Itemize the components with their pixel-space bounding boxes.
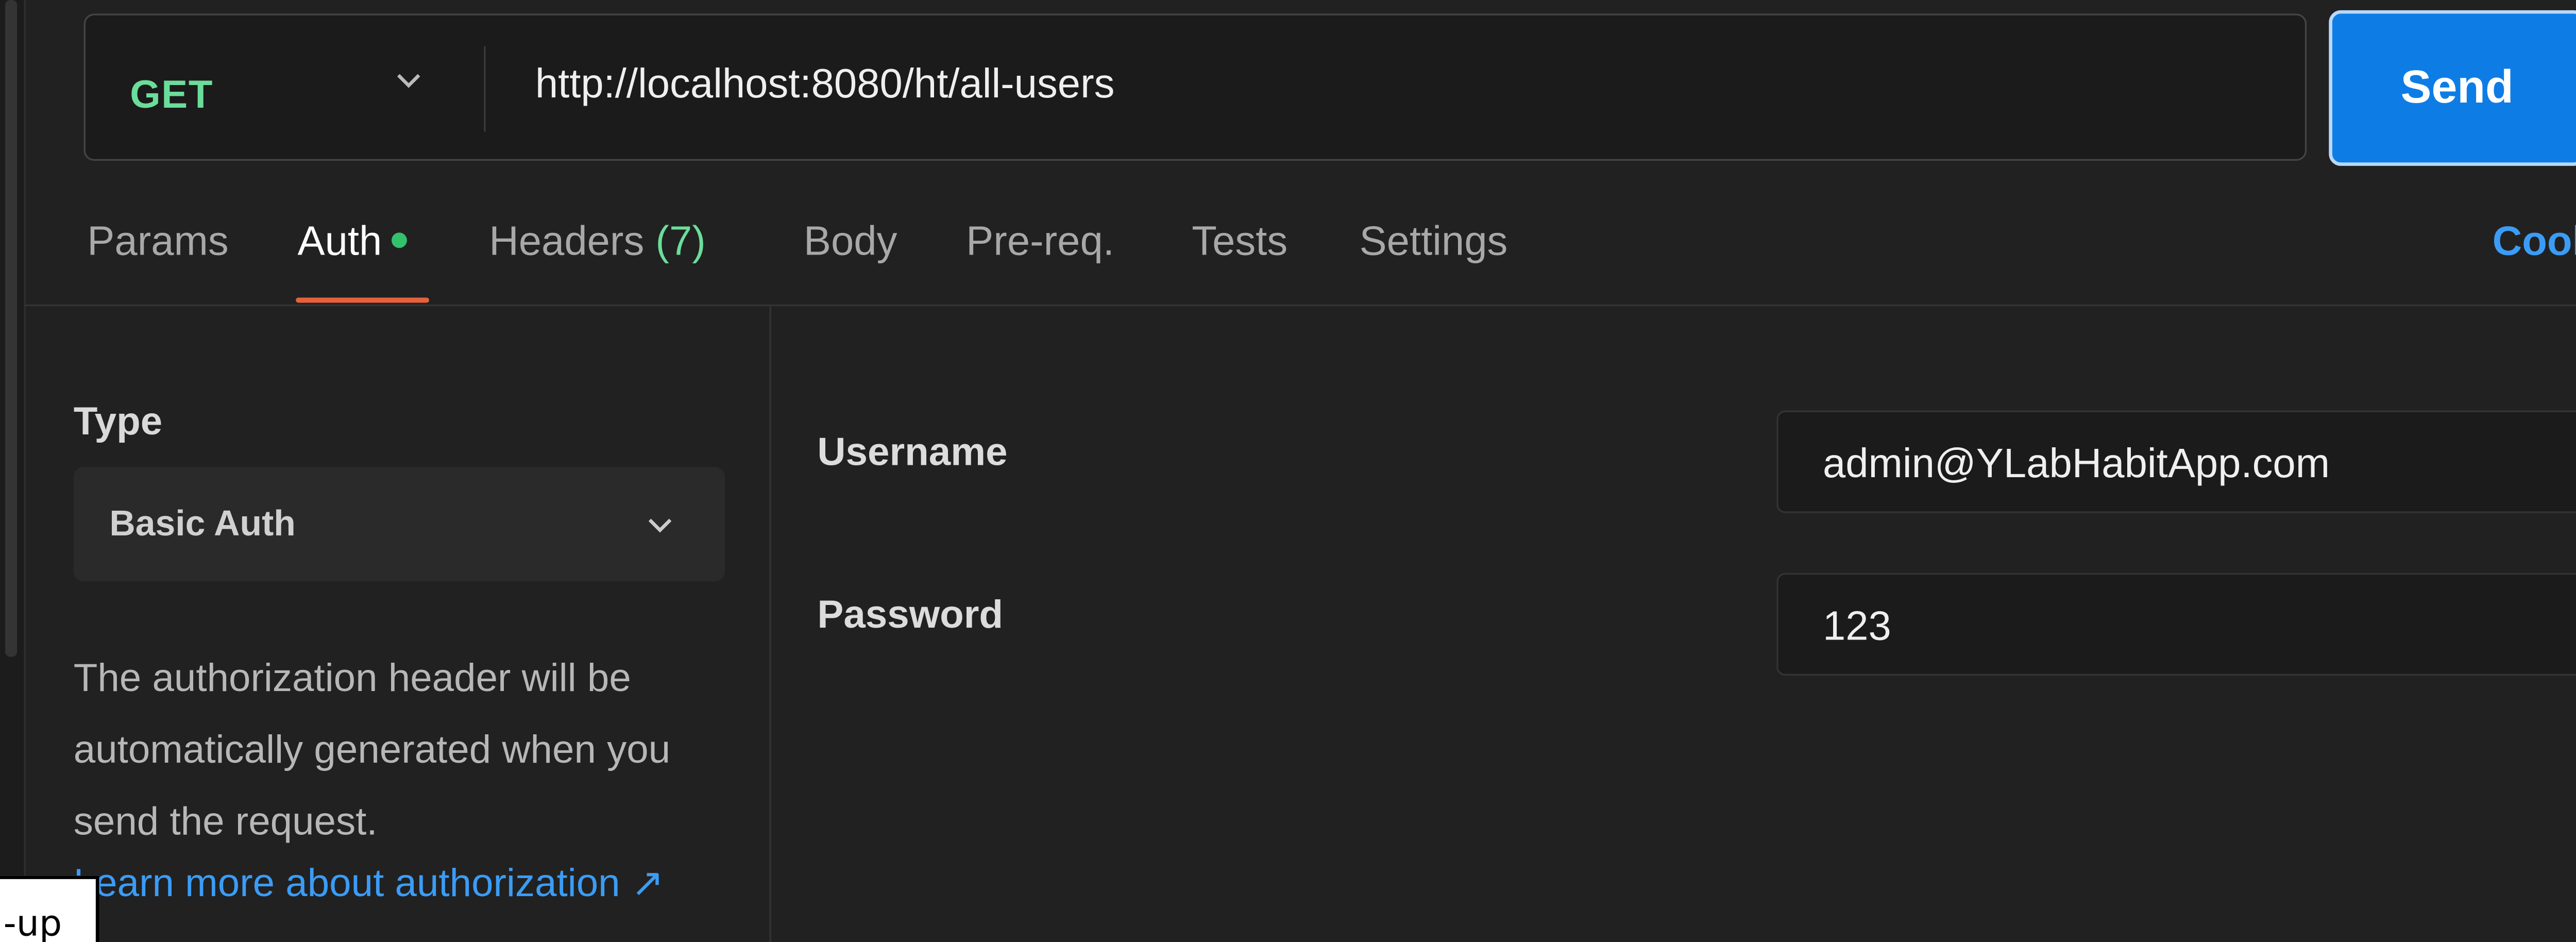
- password-field[interactable]: 123: [1776, 573, 2576, 676]
- panel-divider: [769, 306, 771, 942]
- tabs-divider: [24, 304, 2576, 307]
- auth-type-select[interactable]: Basic Auth: [73, 467, 725, 582]
- password-value: 123: [1822, 603, 1891, 650]
- status-dot: [392, 232, 408, 248]
- username-value: admin@YLabHabitApp.com: [1822, 441, 2330, 487]
- headers-count: (7): [655, 218, 706, 265]
- tab-tests[interactable]: Tests: [1192, 219, 1287, 267]
- send-button[interactable]: Send: [2329, 10, 2576, 166]
- chevron-down-icon[interactable]: [392, 63, 426, 97]
- auth-help-text: The authorization header will be automat…: [73, 655, 671, 844]
- popup-tooltip: -up: [0, 876, 99, 942]
- tab-params[interactable]: Params: [87, 219, 228, 267]
- tab-label: Body: [803, 218, 897, 265]
- url-bar: GET http://localhost:8080/ht/all-users: [83, 13, 2307, 161]
- cookies-link[interactable]: Cookies: [2493, 219, 2576, 267]
- tab-body[interactable]: Body: [804, 219, 897, 267]
- username-field[interactable]: admin@YLabHabitApp.com: [1776, 410, 2576, 513]
- method-select[interactable]: GET: [130, 72, 213, 118]
- password-label: Password: [817, 592, 1004, 636]
- active-tab-indicator: [296, 297, 430, 303]
- tab-label: Headers: [489, 218, 645, 265]
- auth-type-label: Type: [73, 398, 163, 443]
- tab-label: Settings: [1359, 218, 1508, 265]
- scrollbar-thumb[interactable]: [5, 0, 18, 657]
- request-tabs: Params Auth Headers (7) Body Pre-req. Te…: [0, 205, 2576, 308]
- auth-type-value: Basic Auth: [109, 504, 296, 544]
- tab-pre-request[interactable]: Pre-req.: [966, 219, 1114, 267]
- tab-label: Tests: [1192, 218, 1288, 265]
- learn-more-link[interactable]: Learn more about authorization ↗: [74, 860, 664, 906]
- tab-settings[interactable]: Settings: [1360, 219, 1508, 267]
- url-divider: [484, 46, 486, 132]
- chevron-down-icon: [648, 518, 672, 533]
- left-scrollbar[interactable]: [0, 0, 26, 942]
- tab-headers[interactable]: Headers (7): [489, 219, 706, 267]
- url-input[interactable]: http://localhost:8080/ht/all-users: [535, 61, 1115, 109]
- tab-auth[interactable]: Auth: [297, 219, 408, 267]
- username-label: Username: [817, 429, 1008, 474]
- app-root: GET http://localhost:8080/ht/all-users S…: [0, 0, 2576, 942]
- tab-label: Auth: [297, 218, 382, 265]
- tab-label: Pre-req.: [966, 218, 1114, 265]
- tab-label: Params: [87, 218, 229, 265]
